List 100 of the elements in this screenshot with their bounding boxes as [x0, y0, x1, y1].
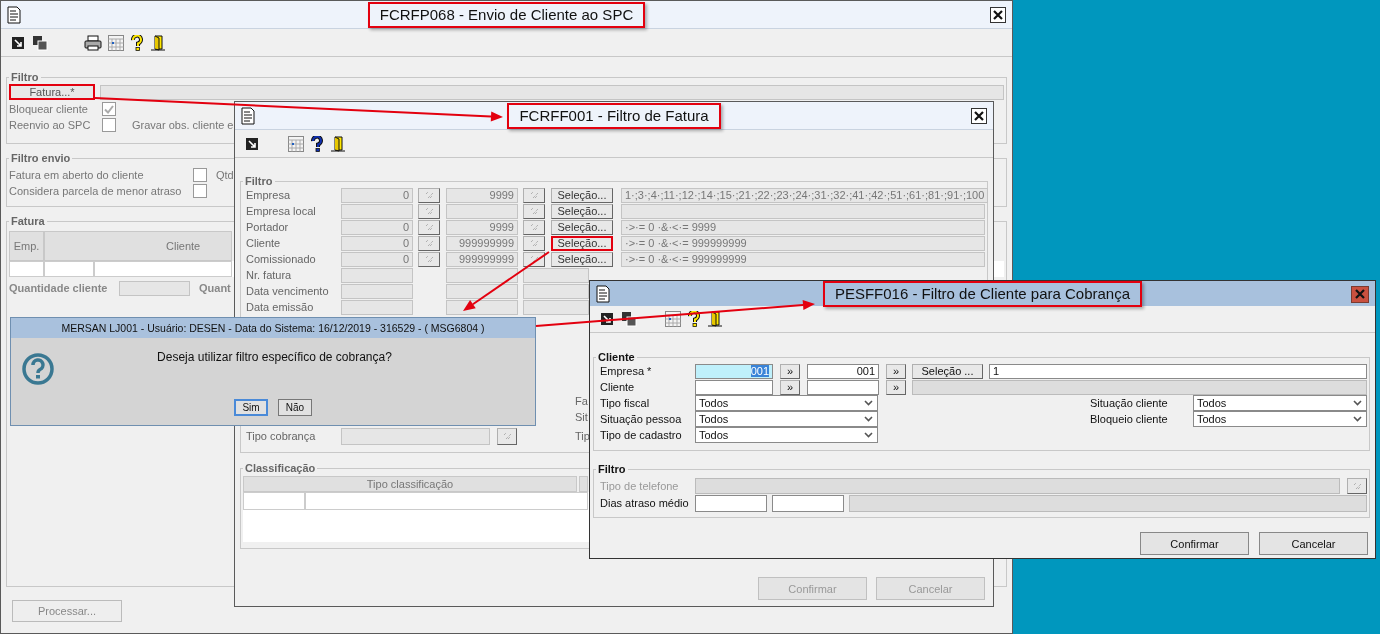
text-field[interactable]: 1 [989, 363, 1367, 379]
exit-icon[interactable] [330, 135, 346, 152]
close-button[interactable] [1351, 285, 1369, 303]
field-label: Gravar obs. cliente e [132, 119, 234, 131]
field-label: Qtd [216, 169, 234, 181]
calendar-icon[interactable] [108, 34, 124, 51]
lookup-button[interactable] [418, 235, 440, 251]
group-label: Filtro [244, 175, 274, 187]
help-icon[interactable] [310, 135, 324, 152]
selection-button[interactable]: Seleção ... [912, 363, 983, 379]
windows-icon[interactable] [32, 34, 48, 51]
text-field[interactable]: 0 [341, 235, 413, 251]
lookup-button[interactable] [523, 187, 545, 203]
text-field[interactable] [621, 203, 985, 219]
jump-button[interactable]: » [886, 363, 906, 379]
close-button[interactable] [971, 107, 987, 124]
chevron-icon [864, 416, 873, 422]
text-field[interactable] [100, 84, 1004, 100]
fatura-button[interactable]: Fatura...* [9, 84, 95, 100]
text-field[interactable] [695, 478, 1340, 494]
text-field[interactable] [523, 267, 589, 283]
dialog-button[interactable]: Sim [234, 399, 268, 416]
jump-button[interactable]: » [780, 379, 800, 395]
text-field[interactable]: 0 [341, 187, 413, 203]
printer-icon[interactable] [84, 34, 102, 51]
text-field[interactable]: 1·;3·;4·;11·;12·;14·;15·;21·;22·;23·;24·;31·;32·;41·;42·;51·;61·;81·;91·;100 [621, 187, 989, 203]
selection-button[interactable]: Seleção... [551, 251, 613, 267]
lookup-button[interactable] [1347, 478, 1367, 494]
text-field[interactable] [341, 267, 413, 283]
text-field[interactable]: 001 [807, 363, 879, 379]
windows-icon[interactable] [621, 311, 637, 327]
text-field[interactable]: 9999 [446, 219, 518, 235]
text-field[interactable]: 0 [341, 219, 413, 235]
text-field[interactable] [341, 283, 413, 299]
dialog-button[interactable]: Não [278, 399, 312, 416]
exit-icon[interactable] [150, 34, 166, 51]
text-field[interactable] [849, 494, 1367, 512]
text-field[interactable] [807, 379, 879, 395]
text-field[interactable]: 9999 [446, 187, 518, 203]
text-field[interactable] [119, 280, 190, 296]
text-field[interactable]: ·>·= 0 ·&·<·= 999999999 [621, 251, 985, 267]
text-field[interactable] [446, 267, 518, 283]
checkbox[interactable] [102, 118, 116, 132]
checkbox[interactable] [102, 102, 116, 116]
lookup-button[interactable] [523, 203, 545, 219]
exit-icon[interactable] [707, 311, 723, 327]
text-field[interactable] [446, 203, 518, 219]
column-header[interactable]: Cliente [44, 231, 232, 261]
dropdown[interactable]: Todos [695, 427, 878, 443]
text-field[interactable]: 999999999 [446, 235, 518, 251]
dropdown[interactable]: Todos [1193, 411, 1367, 427]
selection-button[interactable]: Seleção... [551, 219, 613, 235]
group-label: Fatura [10, 215, 46, 227]
dropdown[interactable]: Todos [1193, 395, 1367, 411]
selection-button[interactable]: Seleção... [551, 235, 613, 251]
text-field[interactable] [695, 379, 773, 395]
lookup-button[interactable] [418, 251, 440, 267]
calendar-icon[interactable] [288, 135, 304, 152]
text-field[interactable] [772, 494, 844, 512]
column-header[interactable]: Emp. [9, 231, 44, 261]
jump-button[interactable]: » [780, 363, 800, 379]
lookup-button[interactable] [523, 235, 545, 251]
text-field[interactable]: 0 [341, 251, 413, 267]
text-field[interactable] [341, 427, 490, 445]
text-field[interactable] [446, 283, 518, 299]
column-header[interactable]: Tipo classificação [243, 476, 577, 492]
text-field[interactable] [523, 283, 589, 299]
text-field[interactable]: ·>·= 0 ·&·<·= 999999999 [621, 235, 985, 251]
text-field[interactable] [341, 203, 413, 219]
close-button[interactable] [990, 6, 1006, 23]
field-label: Bloqueio cliente [1090, 413, 1169, 425]
text-field[interactable] [695, 494, 767, 512]
text-field[interactable] [446, 299, 518, 315]
text-field[interactable]: 001 [695, 363, 773, 379]
lookup-button[interactable] [523, 219, 545, 235]
dialog-button[interactable]: Confirmar [1140, 532, 1249, 555]
close-icon [993, 9, 1003, 20]
lookup-button[interactable] [418, 203, 440, 219]
lookup-button[interactable] [418, 219, 440, 235]
text-field[interactable] [523, 299, 589, 315]
field-label: Data emissão [246, 301, 315, 313]
lookup-button[interactable] [497, 427, 517, 445]
checkbox[interactable] [193, 168, 207, 182]
checkbox[interactable] [193, 184, 207, 198]
dropdown[interactable]: Todos [695, 411, 878, 427]
window-title: FCRFF001 - Filtro de Fatura [507, 102, 721, 129]
text-field[interactable] [912, 379, 1367, 395]
dropdown[interactable]: Todos [695, 395, 878, 411]
dots-icon [529, 223, 539, 231]
dialog-button[interactable]: Cancelar [1259, 532, 1368, 555]
jump-button[interactable]: » [886, 379, 906, 395]
selection-button[interactable]: Seleção... [551, 203, 613, 219]
text-field[interactable] [341, 299, 413, 315]
field-label: Quant [199, 282, 231, 294]
text-field[interactable]: ·>·= 0 ·&·<·= 9999 [621, 219, 985, 235]
selection-button[interactable]: Seleção... [551, 187, 613, 203]
help-icon[interactable] [130, 34, 144, 51]
help-icon[interactable] [687, 311, 701, 327]
text-field[interactable]: 999999999 [446, 251, 518, 267]
lookup-button[interactable] [418, 187, 440, 203]
